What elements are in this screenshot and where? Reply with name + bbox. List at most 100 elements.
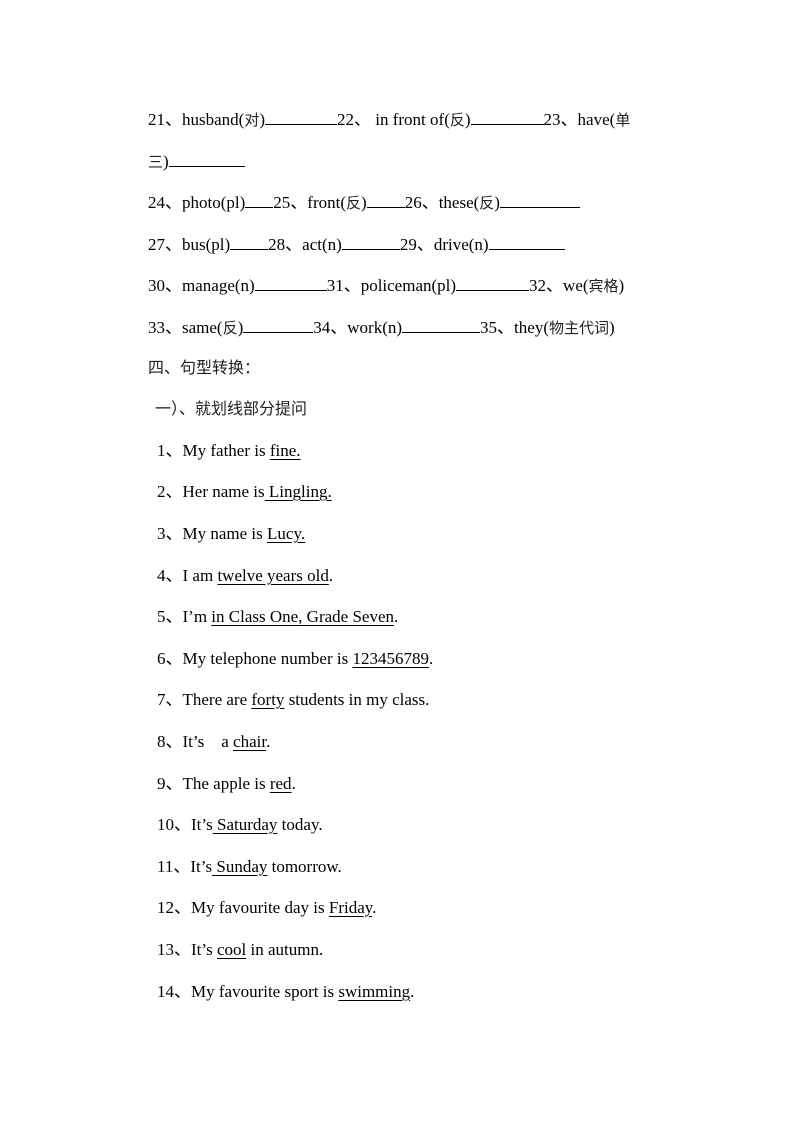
answer-blank[interactable] (470, 108, 544, 125)
item-hint: 物主代词 (548, 319, 609, 337)
answer-blank[interactable] (243, 316, 314, 333)
item-number: 31、 (326, 276, 361, 295)
item-word: manage(n) (182, 276, 255, 295)
underlined-part: 123456789 (352, 649, 429, 668)
item-number: 23、 (543, 110, 578, 129)
item-hint: 三 (148, 153, 164, 171)
question-number: 4、 (157, 566, 183, 585)
item-word: have( (577, 110, 616, 129)
item-word: bus(pl) (182, 235, 231, 254)
underlined-part: in Class One, Grade Seven (211, 607, 395, 626)
question-item: 6、My telephone number is 123456789. (157, 649, 433, 669)
item-number: 29、 (399, 235, 434, 254)
item-word: work(n) (347, 318, 403, 337)
question-item: 5、I’m in Class One, Grade Seven. (157, 607, 398, 627)
question-item: 9、The apple is red. (157, 774, 296, 794)
answer-blank[interactable] (230, 233, 269, 250)
item-number: 27、 (148, 235, 182, 254)
answer-blank[interactable] (499, 191, 580, 208)
answer-blank[interactable] (265, 108, 338, 125)
question-number: 3、 (157, 524, 183, 543)
question-item: 11、It’s Sunday tomorrow. (157, 857, 342, 877)
item-hint: 反 (449, 111, 465, 129)
underlined-part: Friday (328, 898, 373, 917)
question-text-before: It’s (190, 857, 213, 876)
item-hint: 反 (479, 194, 495, 212)
item-word: photo(pl) (182, 193, 246, 212)
underlined-part: Saturday (212, 815, 278, 834)
question-text-before: It’s a (182, 732, 234, 751)
section-subtitle: 一）、就划线部分提问 (155, 399, 308, 418)
answer-blank[interactable] (402, 316, 481, 333)
answer-blank[interactable] (168, 150, 245, 167)
question-item: 12、My favourite day is Friday. (157, 898, 376, 918)
answer-blank[interactable] (245, 191, 274, 208)
vocab-row-30-32: 30、manage(n) 31、policeman(pl) 32、we(宾格) (148, 274, 624, 296)
vocab-row-21-23: 21、husband(对) 22、 in front of(反) 23、have(单 (148, 108, 630, 130)
answer-blank[interactable] (341, 233, 400, 250)
item-word: in front of( (371, 110, 450, 129)
question-text-before: It’s (191, 940, 217, 959)
question-item: 2、Her name is Lingling. (157, 482, 332, 502)
question-text-after: students in my class. (284, 690, 430, 709)
item-word: same( (182, 318, 223, 337)
item-number: 24、 (148, 193, 182, 212)
underlined-part: cool (216, 940, 247, 959)
underlined-part: Sunday (212, 857, 268, 876)
item-word: front( (307, 193, 346, 212)
question-item: 13、It’s cool in autumn. (157, 940, 323, 960)
question-item: 4、I am twelve years old. (157, 566, 333, 586)
vocab-row-23-continued: 三) (148, 150, 245, 172)
question-number: 13、 (157, 940, 191, 959)
question-number: 6、 (157, 649, 183, 668)
underlined-part: Lucy. (267, 524, 306, 543)
question-number: 14、 (157, 982, 191, 1001)
item-number: 28、 (268, 235, 303, 254)
item-word: policeman(pl) (360, 276, 457, 295)
question-item: 14、My favourite sport is swimming. (157, 982, 414, 1002)
question-text-before: My father is (182, 441, 270, 460)
question-text-after: tomorrow. (267, 857, 342, 876)
question-text-after: . (394, 607, 399, 626)
question-text-before: I’m (182, 607, 212, 626)
answer-blank[interactable] (488, 233, 565, 250)
question-text-before: My favourite sport is (191, 982, 339, 1001)
answer-blank[interactable] (366, 191, 405, 208)
item-hint: 宾格 (588, 277, 619, 295)
underlined-part: red (269, 774, 292, 793)
item-hint: 反 (346, 194, 362, 212)
question-text-after: . (266, 732, 271, 751)
question-number: 9、 (157, 774, 183, 793)
item-paren: ) (609, 318, 615, 337)
underlined-part: swimming (338, 982, 411, 1001)
answer-blank[interactable] (254, 274, 327, 291)
underlined-part: Lingling. (264, 482, 332, 501)
item-number: 32、 (529, 276, 564, 295)
item-hint: 单 (615, 111, 631, 129)
question-item: 1、My father is fine. (157, 441, 301, 461)
question-text-before: There are (182, 690, 252, 709)
item-word: husband( (182, 110, 245, 129)
item-number: 21、 (148, 110, 182, 129)
question-number: 10、 (157, 815, 191, 834)
vocab-row-24-26: 24、photo(pl) 25、front(反) 26、these(反) (148, 191, 580, 213)
vocab-row-27-29: 27、bus(pl) 28、act(n) 29、drive(n) (148, 233, 565, 255)
question-number: 11、 (157, 857, 191, 876)
answer-blank[interactable] (456, 274, 530, 291)
question-item: 3、My name is Lucy. (157, 524, 305, 544)
item-word: these( (438, 193, 480, 212)
question-item: 10、It’s Saturday today. (157, 815, 323, 835)
item-paren: ) (618, 276, 625, 295)
question-text-after: in autumn. (246, 940, 324, 959)
item-word: they( (514, 318, 549, 337)
underlined-part: twelve years old (217, 566, 329, 585)
item-word: we( (563, 276, 589, 295)
item-word: act(n) (302, 235, 342, 254)
question-number: 2、 (157, 482, 183, 501)
item-word: drive(n) (433, 235, 489, 254)
item-number: 30、 (148, 276, 182, 295)
question-number: 8、 (157, 732, 183, 751)
item-number: 22、 (337, 110, 372, 129)
question-number: 12、 (157, 898, 191, 917)
section-title: 四、句型转换： (148, 358, 261, 377)
